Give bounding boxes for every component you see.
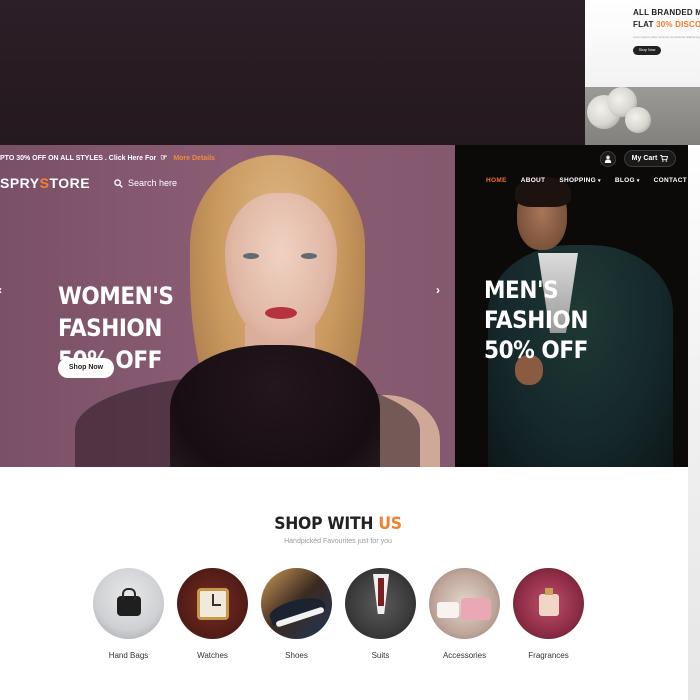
category-fragrances[interactable]: Fragrances xyxy=(513,568,584,660)
category-label: Shoes xyxy=(285,651,308,660)
section-title: SHOP WITH US xyxy=(274,514,402,534)
shop-with-us-section: SHOP WITH US Handpicked Favourites just … xyxy=(0,467,688,700)
category-label: Accessories xyxy=(442,651,487,660)
cart-icon xyxy=(660,155,669,162)
category-label: Watches xyxy=(197,651,228,660)
more-details-link[interactable]: More Details xyxy=(173,155,215,162)
men-fashion-title: MEN'S FASHION 50% OFF xyxy=(484,276,588,364)
promo-card: ALL BRANDED MEN'S FLAT 30% DISCOUN Lorem… xyxy=(585,0,700,87)
woman-eye xyxy=(301,253,317,259)
watches-image xyxy=(177,568,248,639)
slider-prev-arrow-icon[interactable]: ‹ xyxy=(0,283,2,297)
category-label: Suits xyxy=(371,651,390,660)
pointing-hand-icon: ☞ xyxy=(160,153,168,162)
nav-item-home[interactable]: HOME xyxy=(486,177,507,184)
hero-banner: PTO 30% OFF ON ALL STYLES . Click Here F… xyxy=(0,145,688,467)
user-icon xyxy=(604,155,612,163)
cart-label: My Cart xyxy=(631,155,658,162)
main-navigation: HOME ABOUT SHOPPING ▾ BLOG ▾ CONTACT xyxy=(486,177,688,184)
category-suits[interactable]: Suits xyxy=(345,568,416,660)
flower-decoration xyxy=(625,107,651,133)
category-label: Fragrances xyxy=(528,651,569,660)
promo-discount: FLAT 30% DISCOUN xyxy=(633,20,700,29)
offer-top-bar: PTO 30% OFF ON ALL STYLES . Click Here F… xyxy=(0,153,215,162)
category-hand-bags[interactable]: Hand Bags xyxy=(93,568,164,660)
nav-item-blog[interactable]: BLOG ▾ xyxy=(615,177,640,184)
category-shoes[interactable]: Shoes xyxy=(261,568,332,660)
category-accessories[interactable]: Accessories xyxy=(429,568,500,660)
search-placeholder: Search here xyxy=(128,178,178,188)
handbags-image xyxy=(93,568,164,639)
nav-item-about[interactable]: ABOUT xyxy=(521,177,546,184)
promo-shop-now-button[interactable]: Shop Now xyxy=(633,46,661,55)
woman-lips xyxy=(265,307,297,319)
fragrances-image xyxy=(513,568,584,639)
search-field[interactable]: Search here xyxy=(114,176,177,190)
slider-next-arrow-icon[interactable]: › xyxy=(436,283,440,297)
women-shop-now-button[interactable]: Shop Now xyxy=(58,358,114,378)
account-button[interactable] xyxy=(600,151,616,167)
store-logo[interactable]: SPRYSTORE xyxy=(0,175,90,191)
promo-description: Lorem ipsum dolor sit amet consectetur a… xyxy=(633,35,700,39)
promo-headline: ALL BRANDED MEN'S xyxy=(633,8,700,17)
chevron-down-icon: ▾ xyxy=(636,177,640,184)
search-icon xyxy=(114,178,123,188)
category-list: Hand Bags Watches Shoes Suits Accessorie… xyxy=(93,568,584,660)
woman-eye xyxy=(243,253,259,259)
suits-image xyxy=(345,568,416,639)
section-subtitle: Handpicked Favourites just for you xyxy=(284,538,392,545)
chevron-down-icon: ▾ xyxy=(598,177,601,184)
my-cart-button[interactable]: My Cart xyxy=(624,150,676,167)
category-label: Hand Bags xyxy=(108,651,149,660)
shoes-image xyxy=(261,568,332,639)
nav-item-shopping[interactable]: SHOPPING ▾ xyxy=(559,177,601,184)
adjacent-page-preview xyxy=(688,145,700,700)
nav-item-contact[interactable]: CONTACT xyxy=(654,177,687,184)
category-watches[interactable]: Watches xyxy=(177,568,248,660)
accessories-image xyxy=(429,568,500,639)
offer-text: PTO 30% OFF ON ALL STYLES . Click Here F… xyxy=(0,155,157,162)
